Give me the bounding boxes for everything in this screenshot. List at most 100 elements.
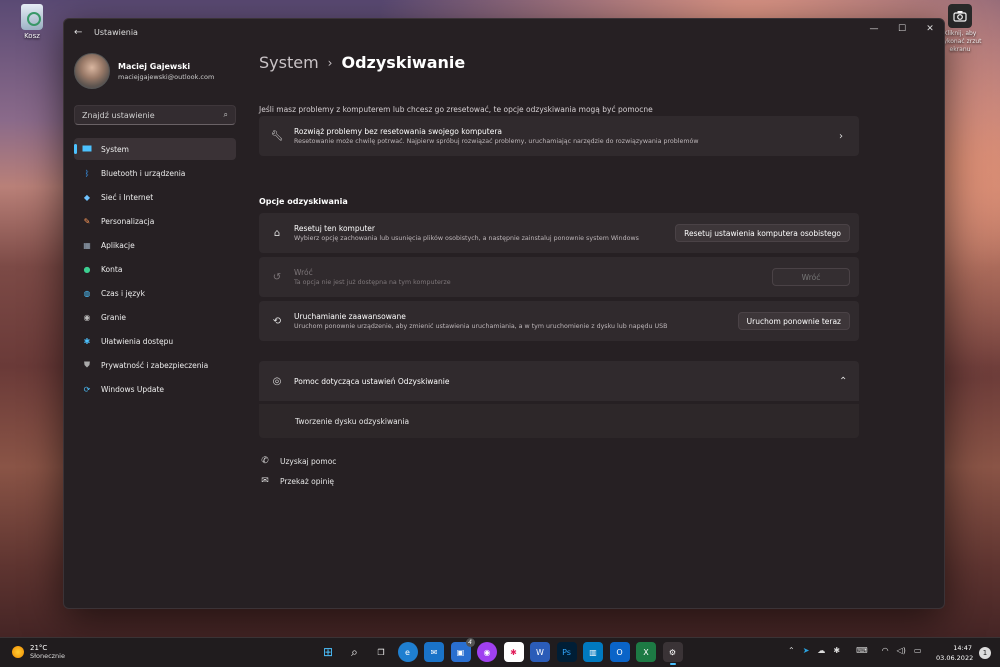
- chevron-up-icon[interactable]: ⌃: [788, 646, 795, 655]
- messenger-icon[interactable]: ◉: [477, 642, 497, 662]
- edge-icon[interactable]: e: [397, 642, 418, 662]
- maximize-icon[interactable]: ☐: [888, 19, 916, 41]
- feedback-icon: ✉: [261, 476, 269, 486]
- person-icon: ●: [83, 264, 91, 274]
- restart-now-button[interactable]: Uruchom ponownie teraz: [737, 312, 850, 330]
- excel-icon[interactable]: X: [636, 642, 656, 662]
- gamepad-icon: ◉: [83, 312, 91, 322]
- advanced-title: Uruchamianie zaawansowane: [294, 312, 406, 321]
- feedback-link[interactable]: ✉ Przekaż opinię: [259, 476, 334, 486]
- notification-badge[interactable]: 1: [979, 647, 991, 659]
- globe-icon: ◎: [272, 375, 282, 387]
- start-icon[interactable]: ⊞: [318, 642, 338, 662]
- sidebar-item-accounts[interactable]: ● Konta: [74, 258, 236, 280]
- advanced-startup-card: ⟲ Uruchamianie zaawansowane Uruchom pono…: [259, 301, 859, 341]
- task-view-icon[interactable]: ❐: [371, 642, 391, 662]
- sidebar-item-label: System: [101, 144, 129, 154]
- help-title: Pomoc dotycząca ustawień Odzyskiwanie: [294, 376, 450, 386]
- sidebar-item-label: Granie: [101, 312, 126, 322]
- chevron-right-icon: ›: [839, 130, 843, 142]
- page-description: Jeśli masz problemy z komputerem lub chc…: [259, 105, 653, 114]
- taskbar-apps: ⊞ ⌕ ❐ e ✉ ▣ 4 ◉ ✱ W Ps ▥ O X ⚙: [318, 638, 689, 665]
- go-back-button[interactable]: Wróć: [772, 268, 850, 286]
- sidebar-item-label: Konta: [101, 264, 123, 274]
- breadcrumb-separator: ›: [327, 55, 333, 70]
- sidebar-item-system[interactable]: System: [74, 138, 236, 160]
- onedrive-icon[interactable]: ☁: [817, 646, 825, 655]
- telegram-icon[interactable]: ➤: [803, 646, 810, 655]
- word-icon[interactable]: W: [530, 642, 550, 662]
- reset-pc-button[interactable]: Resetuj ustawienia komputera osobistego: [675, 224, 850, 242]
- globe-clock-icon: ◍: [83, 288, 91, 298]
- reset-title: Resetuj ten komputer: [294, 224, 375, 233]
- sidebar-item-network[interactable]: ◆ Sieć i Internet: [74, 186, 236, 208]
- clock-time: 14:47: [953, 644, 972, 652]
- sidebar-item-windows-update[interactable]: ⟳ Windows Update: [74, 378, 236, 400]
- back-arrow-icon[interactable]: ←: [74, 27, 88, 38]
- store-icon[interactable]: ▣ 4: [450, 638, 475, 662]
- breadcrumb-parent[interactable]: System: [259, 53, 319, 72]
- feedback-label: Przekaż opinię: [280, 476, 335, 486]
- go-back-title: Wróć: [294, 268, 313, 277]
- reset-pc-icon: ⌂: [273, 227, 281, 239]
- clock-date: 03.06.2022: [936, 654, 974, 662]
- slack-tray-icon[interactable]: ✱: [833, 646, 840, 655]
- sidebar-item-label: Bluetooth i urządzenia: [101, 168, 186, 178]
- get-help-link[interactable]: ✆ Uzyskaj pomoc: [259, 456, 336, 466]
- sidebar-item-label: Czas i język: [101, 288, 145, 298]
- sidebar-item-label: Sieć i Internet: [101, 192, 154, 202]
- search-input[interactable]: Znajdź ustawienie ⌕: [74, 105, 236, 125]
- sidebar-item-accessibility[interactable]: ✱ Ułatwienia dostępu: [74, 330, 236, 352]
- advanced-startup-icon: ⟲: [272, 315, 282, 327]
- troubleshoot-title: Rozwiąż problemy bez resetowania swojego…: [294, 127, 502, 136]
- settings-window: ← Ustawienia — ☐ ✕ Maciej Gajewski macie…: [63, 18, 945, 609]
- recycle-bin[interactable]: Kosz: [17, 4, 47, 40]
- reset-subtitle: Wybierz opcję zachowania lub usunięcia p…: [294, 235, 639, 242]
- search-icon: ⌕: [223, 110, 228, 119]
- sidebar-item-time-language[interactable]: ◍ Czas i język: [74, 282, 236, 304]
- sidebar-item-label: Windows Update: [101, 384, 165, 394]
- troubleshoot-card[interactable]: 🔧︎ Rozwiąż problemy bez resetowania swoj…: [259, 116, 859, 156]
- settings-app-icon[interactable]: ⚙: [662, 642, 683, 665]
- outlook-icon[interactable]: O: [609, 642, 630, 662]
- profile-email: maciejgajewski@outlook.com: [118, 72, 215, 81]
- title-bar: ← Ustawienia — ☐ ✕: [64, 19, 944, 45]
- sidebar-nav: System ᛒ Bluetooth i urządzenia ◆ Sieć i…: [74, 138, 236, 402]
- sidebar-item-personalization[interactable]: ✎ Personalizacja: [74, 210, 236, 232]
- slack-icon[interactable]: ✱: [503, 642, 524, 662]
- minimize-icon[interactable]: —: [860, 19, 888, 41]
- mail-icon[interactable]: ✉: [424, 642, 444, 662]
- bluetooth-icon: ᛒ: [84, 168, 90, 178]
- accessibility-icon: ✱: [83, 336, 91, 346]
- weather-widget[interactable]: 21°C Słonecznie: [12, 644, 65, 660]
- sidebar-item-privacy[interactable]: ⛊ Prywatność i zabezpieczenia: [74, 354, 236, 376]
- create-recovery-drive-link[interactable]: Tworzenie dysku odzyskiwania: [259, 404, 859, 438]
- volume-icon[interactable]: ◁): [897, 646, 906, 655]
- wifi-icon[interactable]: ◠: [882, 646, 889, 655]
- window-controls: — ☐ ✕: [860, 19, 944, 41]
- sidebar-item-gaming[interactable]: ◉ Granie: [74, 306, 236, 328]
- search-icon[interactable]: ⌕: [345, 642, 365, 662]
- reset-pc-card: ⌂ Resetuj ten komputer Wybierz opcję zac…: [259, 213, 859, 253]
- help-expander[interactable]: ◎ Pomoc dotycząca ustawień Odzyskiwanie …: [259, 361, 859, 401]
- avatar: [74, 53, 110, 89]
- photoshop-icon[interactable]: Ps: [556, 642, 577, 662]
- section-title: Opcje odzyskiwania: [259, 197, 348, 206]
- search-placeholder: Znajdź ustawienie: [82, 110, 155, 120]
- advanced-subtitle: Uruchom ponownie urządzenie, aby zmienić…: [294, 323, 668, 330]
- battery-icon[interactable]: ▭: [914, 646, 922, 655]
- weather-temp: 21°C: [30, 644, 48, 652]
- sidebar-item-label: Personalizacja: [101, 216, 155, 226]
- clock[interactable]: 14:47 03.06.2022: [936, 643, 974, 663]
- sidebar-item-bluetooth[interactable]: ᛒ Bluetooth i urządzenia: [74, 162, 236, 184]
- shield-icon: ⛊: [84, 360, 90, 369]
- user-profile[interactable]: Maciej Gajewski maciejgajewski@outlook.c…: [74, 53, 214, 89]
- keyboard-icon[interactable]: ⌨: [856, 646, 868, 655]
- go-back-card: ↺ Wróć Ta opcja nie jest już dostępna na…: [259, 257, 859, 297]
- sidebar-item-label: Aplikacje: [101, 240, 135, 250]
- trello-icon[interactable]: ▥: [583, 642, 603, 662]
- close-icon[interactable]: ✕: [916, 19, 944, 41]
- recycle-bin-label: Kosz: [24, 32, 40, 40]
- wrench-icon: 🔧︎: [270, 130, 284, 142]
- sidebar-item-apps[interactable]: ▦ Aplikacje: [74, 234, 236, 256]
